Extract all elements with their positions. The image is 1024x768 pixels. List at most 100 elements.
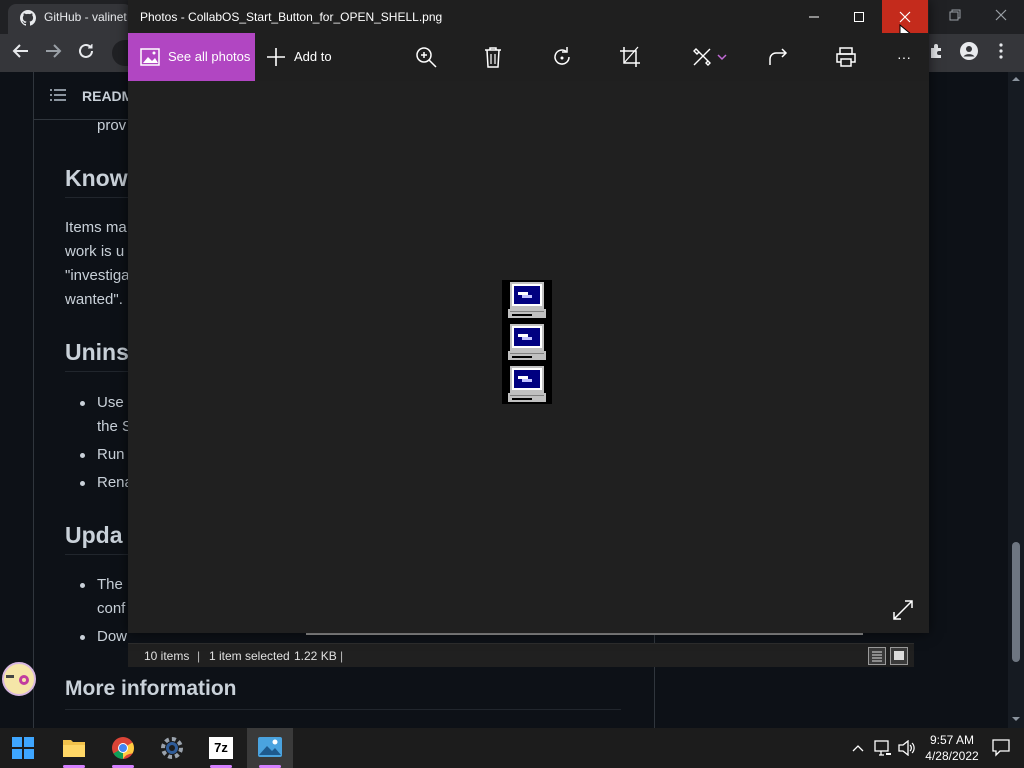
taskbar-chrome[interactable] <box>100 728 146 768</box>
maximize-icon <box>854 12 864 22</box>
minimize-icon <box>809 16 819 18</box>
browser-menu-button[interactable] <box>990 42 1012 64</box>
window-title: Photos - CollabOS_Start_Button_for_OPEN_… <box>140 10 443 24</box>
taskbar-photos[interactable] <box>247 728 293 768</box>
tab-title: GitHub - valinet <box>44 10 127 24</box>
extensions-button[interactable] <box>926 42 948 64</box>
list-item: Dow <box>97 628 128 645</box>
expand-icon[interactable] <box>892 599 914 621</box>
file-explorer-icon <box>63 740 85 757</box>
back-button[interactable] <box>10 42 32 64</box>
taskbar-file-explorer[interactable] <box>51 728 97 768</box>
arrow-left-icon <box>12 44 28 58</box>
browser-tab[interactable]: GitHub - valinet <box>8 4 132 34</box>
reload-button[interactable] <box>75 42 97 64</box>
taskbar-settings[interactable] <box>149 728 195 768</box>
bullet-dot <box>80 635 85 640</box>
photos-icon <box>258 737 282 757</box>
list-item: Use <box>97 394 124 411</box>
minimize-button[interactable] <box>791 0 837 33</box>
chevron-down-icon[interactable] <box>716 45 728 69</box>
profile-icon <box>960 42 978 60</box>
taskbar: 7z 9:57 AM 4/28/2022 <box>0 728 1024 768</box>
photo-gallery-icon <box>140 48 160 66</box>
scrollbar-thumb[interactable] <box>1012 542 1020 662</box>
heading-rule <box>65 709 621 710</box>
settings-icon <box>161 737 183 759</box>
profile-button[interactable] <box>958 42 980 64</box>
list-item: Run <box>97 446 125 463</box>
see-all-label: See all photos <box>168 49 251 64</box>
clock-date: 4/28/2022 <box>925 749 979 763</box>
chrome-icon <box>112 737 134 759</box>
status-separator: | <box>340 649 344 663</box>
selected-count: 1 item selected <box>209 649 290 663</box>
scroll-down-icon[interactable] <box>1008 714 1024 724</box>
list-item: The <box>97 576 123 593</box>
more-icon[interactable]: ··· <box>892 45 916 69</box>
delete-icon[interactable] <box>481 45 505 69</box>
list-icon[interactable] <box>50 88 66 102</box>
puzzle-icon <box>931 44 941 58</box>
browser-restore-button[interactable] <box>940 6 970 26</box>
start-icon <box>12 737 34 759</box>
browser-close-button[interactable] <box>986 6 1016 26</box>
chevron-up-icon[interactable] <box>852 742 864 754</box>
selected-size: 1.22 KB <box>294 649 337 663</box>
zoom-icon[interactable] <box>414 45 438 69</box>
kebab-icon <box>999 43 1003 59</box>
arrow-right-icon <box>46 44 62 58</box>
heading-uninstalling: Unins <box>65 339 129 365</box>
print-icon[interactable] <box>834 45 858 69</box>
readme-paragraph-line: wanted". <box>65 291 123 308</box>
maximize-button[interactable] <box>836 0 882 33</box>
forward-button[interactable] <box>42 42 64 64</box>
displayed-image <box>502 280 552 404</box>
photos-title-bar[interactable]: Photos - CollabOS_Start_Button_for_OPEN_… <box>128 0 929 43</box>
avatar-image <box>6 675 29 685</box>
start-button[interactable] <box>0 728 46 768</box>
clock-time: 9:57 AM <box>929 733 975 747</box>
notification-icon[interactable] <box>992 739 1010 757</box>
photo-canvas <box>128 81 929 633</box>
network-icon[interactable] <box>874 740 892 756</box>
restore-icon <box>949 9 961 21</box>
heading-more-information: More information <box>65 677 237 700</box>
7zip-icon: 7z <box>209 737 233 759</box>
add-to-button[interactable]: Add to <box>266 33 346 81</box>
github-icon <box>20 10 36 26</box>
readme-title: READM <box>82 88 134 104</box>
heading-updating: Upda <box>65 522 123 548</box>
close-icon <box>899 11 911 23</box>
readme-text-line: prov <box>97 117 127 134</box>
add-to-label: Add to <box>294 49 332 64</box>
rotate-icon[interactable] <box>550 45 574 69</box>
volume-icon[interactable] <box>898 740 916 756</box>
status-separator: | <box>197 649 201 663</box>
bullet-dot <box>80 583 85 588</box>
readme-paragraph-line: work is u <box>65 243 125 260</box>
bullet-dot <box>80 481 85 486</box>
bullet-dot <box>80 401 85 406</box>
see-all-photos-button[interactable]: See all photos <box>128 33 255 81</box>
edit-icon[interactable] <box>690 45 714 69</box>
details-view-icon <box>872 651 882 662</box>
avatar[interactable] <box>2 662 36 696</box>
reload-icon <box>79 43 93 58</box>
plus-icon <box>267 48 285 66</box>
crop-icon[interactable] <box>618 45 642 69</box>
large-icons-view-icon <box>894 651 904 660</box>
large-icons-view-button[interactable] <box>890 647 908 665</box>
share-icon[interactable] <box>766 45 790 69</box>
close-icon <box>995 9 1007 21</box>
item-count: 10 items <box>144 649 190 663</box>
page-scrollbar[interactable] <box>1008 72 1024 728</box>
taskbar-7zip[interactable]: 7z <box>198 728 244 768</box>
scroll-up-icon[interactable] <box>1008 74 1024 84</box>
details-view-button[interactable] <box>868 647 886 665</box>
system-clock[interactable]: 9:57 AM 4/28/2022 <box>922 732 982 764</box>
heading-known-issues: Know <box>65 165 128 191</box>
explorer-status-bar: 10 items | 1 item selected 1.22 KB | <box>128 643 914 667</box>
photos-window: Photos - CollabOS_Start_Button_for_OPEN_… <box>128 0 929 633</box>
bullet-dot <box>80 453 85 458</box>
